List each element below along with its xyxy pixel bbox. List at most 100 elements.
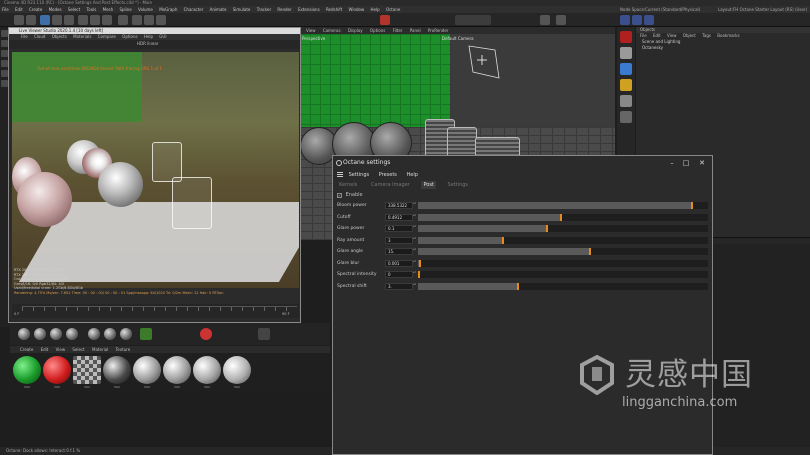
objects-menu-view[interactable]: View <box>667 33 677 38</box>
octane-cloud-icon[interactable] <box>620 47 632 59</box>
hamburger-icon[interactable] <box>337 172 343 177</box>
playback-controls[interactable] <box>455 15 491 25</box>
edge-mode-icon[interactable] <box>1 50 8 57</box>
param-slider-handle[interactable] <box>419 259 421 267</box>
param-spinner-icon[interactable]: ▴▾ <box>413 201 417 209</box>
octane-light-icon[interactable] <box>620 79 632 91</box>
coordinate-icon[interactable] <box>118 15 128 25</box>
shelf-sphere-icon[interactable] <box>88 328 100 340</box>
tab-post[interactable]: Post <box>421 181 436 189</box>
param-slider[interactable] <box>418 271 708 278</box>
tab-camera-imager[interactable]: Camera Imager <box>369 181 412 189</box>
param-slider[interactable] <box>418 202 708 209</box>
menu-select[interactable]: Select <box>68 7 80 12</box>
viewport-menu-panel[interactable]: Panel <box>410 28 421 33</box>
viewport-menu-options[interactable]: Options <box>370 28 385 33</box>
param-slider[interactable] <box>418 213 708 221</box>
param-value-field[interactable]: 3. <box>385 282 413 290</box>
menu-spline[interactable]: Spline <box>119 7 131 12</box>
param-spinner-icon[interactable]: ▴▾ <box>413 259 417 267</box>
menu-character[interactable]: Character <box>184 7 204 12</box>
mat-menu-view[interactable]: View <box>56 347 66 352</box>
param-slider-handle[interactable] <box>560 213 562 221</box>
param-value-field[interactable]: 3 <box>385 236 413 244</box>
param-slider[interactable] <box>418 248 708 255</box>
shelf-sphere-icon[interactable] <box>18 328 30 340</box>
param-slider[interactable] <box>418 236 708 244</box>
menu-extensions[interactable]: Extensions <box>298 7 320 12</box>
param-spinner-icon[interactable]: ▴▾ <box>413 270 417 278</box>
lv-menu-cloud[interactable]: Cloud <box>34 34 45 39</box>
menu-volume[interactable]: Volume <box>138 7 153 12</box>
param-slider-handle[interactable] <box>502 236 504 244</box>
param-spinner-icon[interactable]: ▴▾ <box>413 282 417 290</box>
shelf-plane-icon[interactable] <box>140 328 152 340</box>
tab-settings[interactable]: Settings <box>446 181 471 189</box>
workplane-icon[interactable] <box>556 15 566 25</box>
lv-menu-objects[interactable]: Objects <box>52 34 67 39</box>
material-swatch-grey[interactable] <box>223 356 251 384</box>
param-slider[interactable] <box>418 225 708 232</box>
mat-menu-texture[interactable]: Texture <box>116 347 131 352</box>
move-tool-icon[interactable] <box>40 15 50 25</box>
os-menu-presets[interactable]: Presets <box>379 172 397 178</box>
texture-mode-icon[interactable] <box>1 70 8 77</box>
octane-sky-icon[interactable] <box>620 95 632 107</box>
lv-menu-file[interactable]: File <box>21 34 28 39</box>
render-mode-select[interactable]: HDR linear <box>137 41 158 46</box>
mat-menu-edit[interactable]: Edit <box>41 347 49 352</box>
lv-menu-gui[interactable]: GUI <box>159 34 166 39</box>
timeline-ruler[interactable] <box>22 306 297 311</box>
lv-menu-options[interactable]: Options <box>122 34 137 39</box>
param-slider-handle[interactable] <box>418 271 420 278</box>
objects-menu-tags[interactable]: Tags <box>702 33 711 38</box>
menu-redshift[interactable]: Redshift <box>326 7 342 12</box>
maximize-button[interactable]: □ <box>679 156 693 170</box>
shelf-sphere-icon[interactable] <box>34 328 46 340</box>
material-swatch-dark[interactable] <box>103 356 131 384</box>
param-value-field[interactable]: 0.1 <box>385 225 413 232</box>
menu-render[interactable]: Render <box>277 7 291 12</box>
menu-window[interactable]: Window <box>348 7 364 12</box>
shelf-sphere-icon[interactable] <box>104 328 116 340</box>
axis-x-icon[interactable] <box>78 15 88 25</box>
rotate-tool-icon[interactable] <box>64 15 74 25</box>
octane-gear-icon[interactable] <box>620 15 630 25</box>
shelf-red-icon[interactable] <box>200 328 212 340</box>
octane-material-icon[interactable] <box>620 63 632 75</box>
undo-icon[interactable] <box>14 15 24 25</box>
material-swatch-grey[interactable] <box>163 356 191 384</box>
param-value-field[interactable]: 338.5322 <box>385 202 413 209</box>
menu-animate[interactable]: Animate <box>210 7 227 12</box>
octane-settings-icon[interactable] <box>632 15 642 25</box>
octane-live-viewer-icon[interactable] <box>644 15 654 25</box>
axis-y-icon[interactable] <box>90 15 100 25</box>
param-slider-handle[interactable] <box>517 282 519 290</box>
snapping-icon[interactable] <box>1 80 8 87</box>
mat-menu-select[interactable]: Select <box>72 347 84 352</box>
param-value-field[interactable]: 15. <box>385 248 413 255</box>
param-slider[interactable] <box>418 259 708 267</box>
os-menu-help[interactable]: Help <box>407 172 418 178</box>
material-swatch-green[interactable] <box>13 356 41 384</box>
param-slider[interactable] <box>418 282 708 290</box>
close-button[interactable]: ✕ <box>695 156 709 170</box>
redo-icon[interactable] <box>26 15 36 25</box>
material-swatch-grey[interactable] <box>193 356 221 384</box>
material-swatch-red[interactable] <box>43 356 71 384</box>
render-picture-viewer-icon[interactable] <box>144 15 154 25</box>
render-view-icon[interactable] <box>132 15 142 25</box>
param-value-field[interactable]: 0.001 <box>385 259 413 267</box>
param-slider-handle[interactable] <box>546 225 548 232</box>
snap-icon[interactable] <box>540 15 550 25</box>
mat-menu-material[interactable]: Material <box>92 347 108 352</box>
lv-menu-compare[interactable]: Compare <box>98 34 116 39</box>
octane-camera-icon[interactable] <box>620 111 632 123</box>
param-value-field[interactable]: 0 <box>385 271 413 278</box>
param-slider-handle[interactable] <box>691 202 693 209</box>
menu-help[interactable]: Help <box>371 7 380 12</box>
material-swatch-checker[interactable] <box>73 356 101 384</box>
shelf-box-icon[interactable] <box>258 328 270 340</box>
render-settings-icon[interactable] <box>156 15 166 25</box>
menu-edit[interactable]: Edit <box>15 7 23 12</box>
